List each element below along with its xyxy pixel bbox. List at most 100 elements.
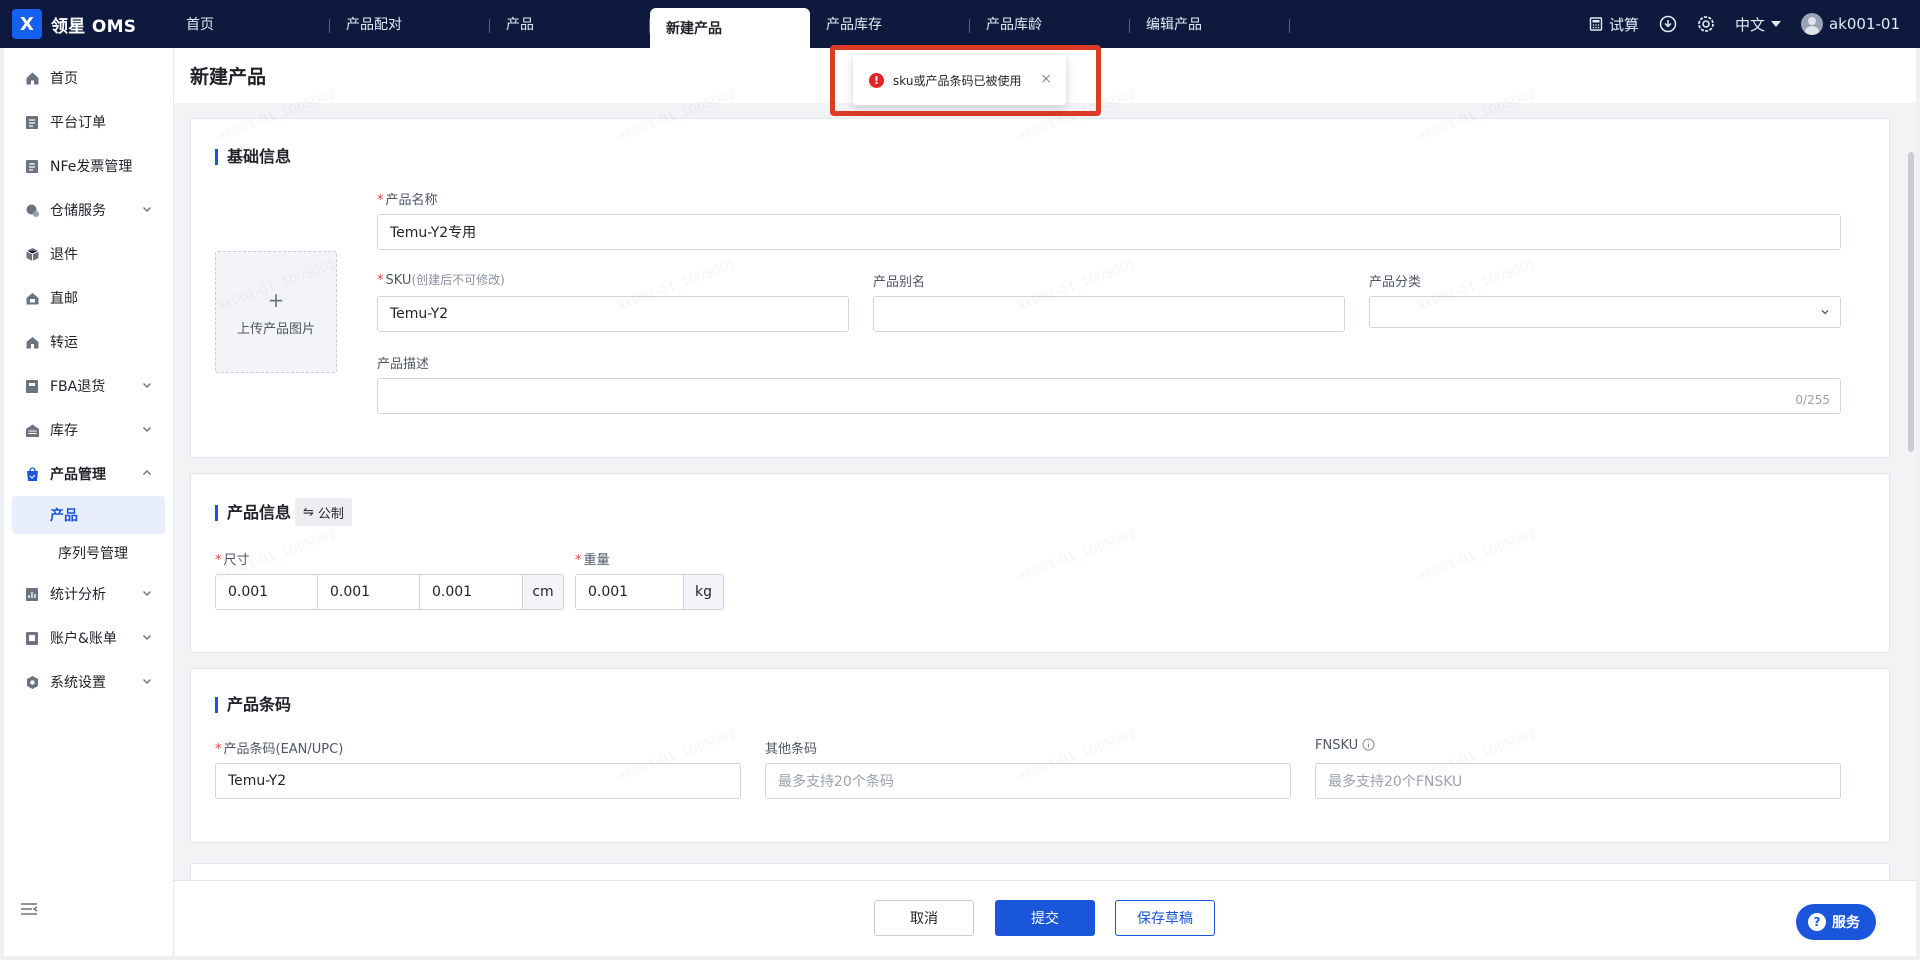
sidebar-item-label: 直邮: [50, 291, 78, 307]
tab-products[interactable]: 产品: [490, 0, 650, 48]
form-footer: 取消 提交 保存草稿 ? 服务: [174, 880, 1916, 956]
caret-down-icon: [1770, 21, 1781, 27]
sidebar-item-system-settings[interactable]: 系统设置: [4, 660, 173, 704]
collapse-sidebar-icon[interactable]: [20, 902, 38, 916]
chevron-down-icon: [143, 635, 151, 640]
tab-product-pairing[interactable]: 产品配对: [330, 0, 490, 48]
app-name: 领星 OMS: [51, 16, 137, 37]
language-label: 中文: [1734, 15, 1765, 34]
section-title-product-info: 产品信息: [215, 505, 291, 521]
logo-icon: X: [12, 9, 42, 39]
return-icon: [24, 246, 40, 262]
fnsku-input[interactable]: 最多支持20个FNSKU: [1315, 763, 1841, 799]
product-name-input[interactable]: Temu-Y2专用: [377, 214, 1841, 250]
weight-input[interactable]: 0.001: [575, 574, 684, 610]
sidebar-item-label: 退件: [50, 247, 78, 263]
username: ak001-01: [1828, 15, 1900, 33]
sidebar-item-label: 仓储服务: [50, 203, 106, 219]
chevron-down-icon: [143, 427, 151, 432]
calc-button[interactable]: 试算: [1589, 14, 1639, 35]
download-icon[interactable]: [1659, 15, 1677, 33]
sidebar: 首页 平台订单 NFe发票管理 仓储服务 退件 直邮 转运 FBA退货 库存 产…: [4, 48, 174, 956]
alias-label: 产品别名: [873, 275, 926, 290]
sidebar-item-statistics[interactable]: 统计分析: [4, 572, 173, 616]
height-input[interactable]: 0.001: [419, 574, 523, 610]
sidebar-item-nfe-invoice[interactable]: NFe发票管理: [4, 144, 173, 188]
save-draft-button[interactable]: 保存草稿: [1115, 900, 1215, 936]
sidebar-item-inventory[interactable]: 库存: [4, 408, 173, 452]
order-icon: [24, 114, 40, 130]
barcode-card: 产品条码 * 产品条码(EAN/UPC) Temu-Y2 其他条码 最多支持20个…: [190, 668, 1890, 843]
sidebar-item-platform-orders[interactable]: 平台订单: [4, 100, 173, 144]
error-icon: !: [869, 72, 884, 88]
language-selector[interactable]: 中文: [1735, 14, 1781, 35]
error-toast: ! sku或产品条码已被使用 ×: [853, 55, 1066, 105]
service-button[interactable]: ? 服务: [1796, 904, 1876, 940]
section-title-barcode: 产品条码: [215, 697, 291, 713]
calculator-icon: [1589, 17, 1603, 31]
unit-toggle-label: 公制: [317, 506, 344, 522]
chevron-down-icon: [143, 679, 151, 684]
sidebar-item-returns[interactable]: 退件: [4, 232, 173, 276]
chevron-down-icon: [1821, 310, 1829, 315]
home-icon: [24, 70, 40, 86]
product-info-card: 产品信息 ⇋ 公制 * 尺寸 0.001 0.001 0.001 cm * 重量 0…: [190, 473, 1890, 653]
calc-label: 试算: [1608, 15, 1639, 34]
alias-input[interactable]: [873, 296, 1345, 332]
top-bar: X 领星 OMS 首页 产品配对 产品 新建产品 产品库存 产品库龄 编辑产品 …: [0, 0, 1920, 48]
chevron-down-icon: [143, 591, 151, 596]
tab-product-age[interactable]: 产品库龄: [970, 0, 1130, 48]
tab-bar: 首页 产品配对 产品 新建产品 产品库存 产品库龄 编辑产品: [170, 0, 1290, 48]
scrollbar-thumb[interactable]: [1908, 152, 1914, 452]
sidebar-item-label: 账户&账单: [50, 631, 117, 647]
scrollbar[interactable]: [1908, 104, 1914, 946]
sidebar-item-home[interactable]: 首页: [4, 56, 173, 100]
upload-image-button[interactable]: + 上传产品图片: [215, 251, 337, 373]
stats-icon: [24, 586, 40, 602]
upload-label: 上传产品图片: [236, 321, 315, 337]
sku-hint: (创建后不可修改): [411, 273, 505, 287]
sidebar-item-product-management[interactable]: 产品管理: [4, 452, 173, 496]
other-barcode-input[interactable]: 最多支持20个条码: [765, 763, 1291, 799]
info-icon[interactable]: [1362, 738, 1375, 751]
chevron-up-icon: [143, 470, 151, 475]
size-unit: cm: [522, 574, 564, 610]
sidebar-item-account-billing[interactable]: 账户&账单: [4, 616, 173, 660]
avatar: [1800, 13, 1823, 35]
tab-product-inventory[interactable]: 产品库存: [810, 0, 970, 48]
brand[interactable]: X 领星 OMS: [12, 8, 136, 40]
tab-edit-product[interactable]: 编辑产品: [1130, 0, 1290, 48]
mail-icon: [24, 290, 40, 306]
submit-button[interactable]: 提交: [995, 900, 1095, 936]
category-select[interactable]: [1369, 296, 1841, 328]
sidebar-item-label: 首页: [50, 71, 78, 87]
description-textarea[interactable]: 0/255: [377, 378, 1841, 414]
sku-label: * SKU(创建后不可修改): [377, 273, 505, 288]
sidebar-subitem-products[interactable]: 产品: [12, 496, 165, 534]
description-counter: 0/255: [1795, 393, 1830, 407]
stock-icon: [24, 422, 40, 438]
chevron-down-icon: [143, 207, 151, 212]
product-icon: [24, 466, 40, 482]
invoice-icon: [24, 158, 40, 174]
sidebar-subitem-serial-numbers[interactable]: 序列号管理: [12, 534, 165, 572]
sidebar-item-transfer[interactable]: 转运: [4, 320, 173, 364]
width-input[interactable]: 0.001: [317, 574, 420, 610]
tab-new-product[interactable]: 新建产品: [650, 8, 810, 48]
sidebar-item-warehouse-service[interactable]: 仓储服务: [4, 188, 173, 232]
sidebar-item-direct-mail[interactable]: 直邮: [4, 276, 173, 320]
unit-toggle-button[interactable]: ⇋ 公制: [295, 498, 352, 526]
close-icon[interactable]: ×: [1040, 71, 1052, 87]
settings-gear-icon[interactable]: [1697, 15, 1715, 33]
length-input[interactable]: 0.001: [215, 574, 318, 610]
section-title-basic-info: 基础信息: [215, 149, 291, 165]
help-icon: ?: [1808, 913, 1826, 931]
tab-home[interactable]: 首页: [170, 0, 330, 48]
cancel-button[interactable]: 取消: [874, 900, 974, 936]
sku-input[interactable]: Temu-Y2: [377, 296, 849, 332]
ean-input[interactable]: Temu-Y2: [215, 763, 741, 799]
user-menu[interactable]: ak001-01: [1800, 13, 1900, 35]
transfer-icon: [24, 334, 40, 350]
sidebar-item-label: 平台订单: [50, 115, 106, 131]
sidebar-item-fba-returns[interactable]: FBA退货: [4, 364, 173, 408]
